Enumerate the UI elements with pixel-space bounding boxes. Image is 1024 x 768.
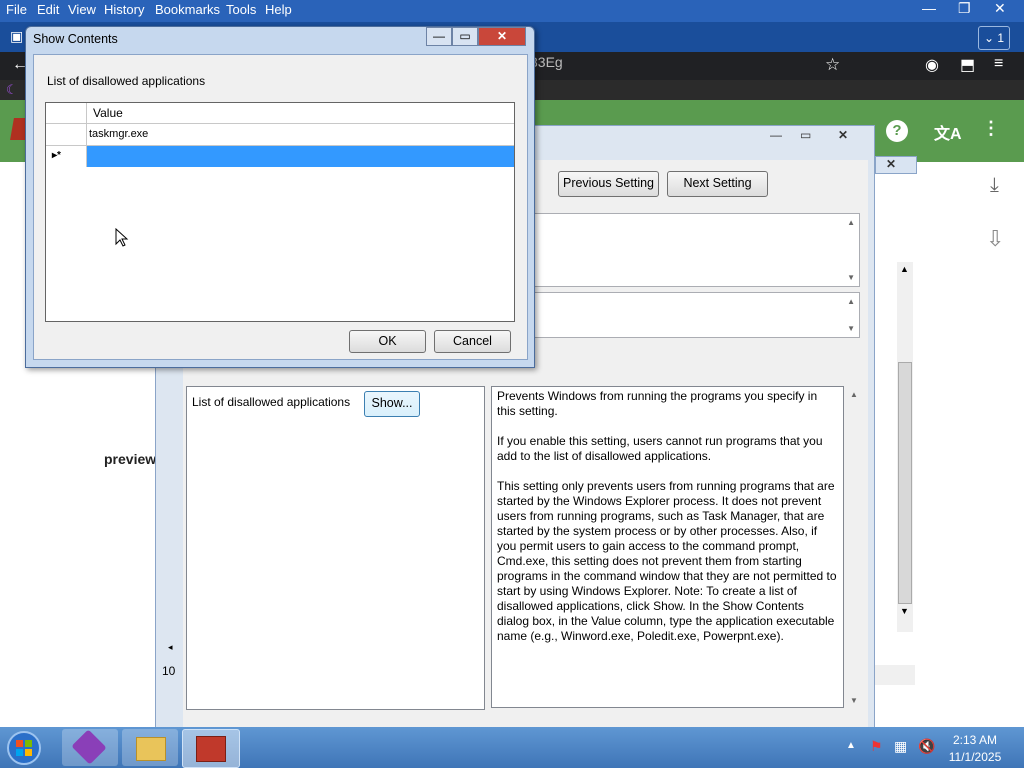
menu-history[interactable]: History [104, 2, 144, 17]
taskbar-app-policy-editor[interactable] [182, 729, 240, 768]
menu-bookmarks[interactable]: Bookmarks [155, 2, 220, 17]
volume-muted-icon[interactable]: 🔇 [918, 738, 935, 755]
mouse-cursor-icon [115, 228, 129, 247]
taskbar-clock[interactable]: 2:13 AM 11/1/2025 [940, 732, 1010, 766]
menu-edit[interactable]: Edit [37, 2, 59, 17]
list-label: List of disallowed applications [47, 74, 206, 88]
scroll-up-icon[interactable]: ▲ [847, 297, 855, 306]
taskbar-app-explorer[interactable] [122, 729, 178, 766]
menu-help[interactable]: Help [265, 2, 292, 17]
new-row-marker-icon: ▸* [52, 150, 61, 161]
supported-on-box[interactable]: ▲ ▼ [533, 292, 860, 338]
translate-icon[interactable]: 文A [934, 120, 962, 144]
start-button-icon[interactable] [4, 729, 44, 767]
cut-off-text: 10 [162, 664, 176, 678]
column-header-value[interactable]: Value [93, 106, 123, 120]
help-scrollbar[interactable]: ▲ ▼ [846, 386, 862, 708]
help-paragraph: If you enable this setting, users cannot… [497, 434, 823, 463]
restore-icon[interactable]: ❐ [958, 0, 971, 17]
more-options-icon[interactable]: ⋮ [982, 118, 1000, 139]
clock-time: 2:13 AM [952, 733, 998, 747]
help-paragraph: This setting only prevents users from ru… [497, 479, 837, 643]
account-icon[interactable]: ◉ [925, 55, 939, 75]
cancel-button[interactable]: Cancel [434, 330, 511, 353]
folder-icon [136, 737, 166, 761]
bottom-strip [875, 665, 915, 685]
policy-maximize-icon[interactable]: ▭ [800, 128, 811, 142]
menu-view[interactable]: View [68, 2, 96, 17]
menu-icon[interactable]: ≡ [994, 55, 1003, 73]
policy-minimize-icon[interactable]: — [770, 128, 782, 142]
menu-file[interactable]: File [6, 2, 27, 17]
grid-row-header-corner[interactable] [46, 103, 87, 123]
scroll-left-icon[interactable]: ◂ [168, 642, 173, 653]
dialog-close-icon[interactable]: ✕ [478, 27, 526, 46]
help-paragraph: Prevents Windows from running the progra… [497, 389, 818, 418]
policy-window-controls: — ▭ ✕ [770, 128, 868, 144]
network-icon[interactable]: ▦ [894, 738, 907, 755]
action-center-icon[interactable]: ⚑ [870, 738, 883, 755]
dialog-minimize-icon[interactable]: — [426, 27, 452, 46]
show-hidden-icons-icon[interactable]: ▲ [846, 740, 856, 751]
close-icon[interactable]: ✕ [994, 0, 1006, 17]
dialog-title: Show Contents [33, 32, 118, 46]
browser-menubar: File Edit View History Bookmarks Tools H… [0, 0, 1024, 22]
scroll-up-icon[interactable]: ▲ [900, 264, 909, 274]
show-button[interactable]: Show... [364, 391, 420, 417]
row-value-cell[interactable]: taskmgr.exe [89, 128, 148, 140]
scroll-down-icon[interactable]: ▼ [847, 273, 855, 282]
comment-textarea[interactable]: ▲ ▼ [533, 213, 860, 287]
url-bar[interactable]: 33Eg [530, 54, 850, 78]
policy-close-icon[interactable]: ✕ [838, 128, 848, 142]
clock-date: 11/1/2025 [948, 750, 1002, 764]
minimize-icon[interactable]: — [922, 0, 936, 16]
download-icon[interactable]: ⤓ [990, 174, 999, 197]
ok-button[interactable]: OK [349, 330, 426, 353]
next-setting-button[interactable]: Next Setting [667, 171, 768, 197]
scroll-up-icon[interactable]: ▲ [847, 218, 855, 227]
browser-app-icon [71, 729, 107, 765]
save-icon[interactable]: ⇩ [986, 226, 1004, 252]
page-preview-text: preview [104, 451, 157, 467]
scroll-down-icon[interactable]: ▼ [900, 606, 909, 616]
menu-tools[interactable]: Tools [226, 2, 256, 17]
taskbar-app-browser[interactable] [62, 729, 118, 766]
help-text-pane: Prevents Windows from running the progra… [491, 386, 844, 708]
row-selector[interactable] [46, 124, 87, 146]
table-row[interactable] [87, 124, 514, 146]
previous-setting-button[interactable]: Previous Setting [558, 171, 659, 197]
tab-icon[interactable]: ▣ [10, 28, 23, 45]
bookmark-icon[interactable]: ☾ [6, 82, 18, 98]
scroll-up-icon[interactable]: ▲ [850, 390, 858, 399]
dialog-maximize-icon[interactable]: ▭ [452, 27, 478, 46]
scroll-down-icon[interactable]: ▼ [847, 324, 855, 333]
browser-window-controls: — ❐ ✕ [914, 0, 1024, 20]
scroll-thumb[interactable] [898, 362, 912, 604]
scroll-down-icon[interactable]: ▼ [850, 696, 858, 705]
right-sidebar: ⤓ ⇩ [920, 162, 1024, 727]
dialog-window-controls: — ▭ ✕ [426, 27, 530, 46]
toolbox-icon [196, 736, 226, 762]
secondary-window-close[interactable]: ✕ [875, 156, 917, 174]
system-tray: ▲ ⚑ ▦ 🔇 [842, 736, 942, 760]
tab-count-button[interactable]: ⌄ 1 [978, 26, 1010, 50]
secondary-scrollbar[interactable]: ▲ ▼ [897, 262, 913, 632]
options-pane [186, 386, 485, 710]
tab-count: 1 [997, 31, 1005, 45]
help-icon[interactable]: ? [886, 120, 908, 142]
new-row-value-cell[interactable] [87, 146, 514, 167]
disallowed-apps-label: List of disallowed applications [192, 395, 351, 409]
left-scroll-strip: ◂ 10 [162, 640, 178, 690]
extensions-icon[interactable]: ⬒ [960, 55, 975, 75]
secondary-close-icon[interactable]: ✕ [886, 157, 896, 171]
